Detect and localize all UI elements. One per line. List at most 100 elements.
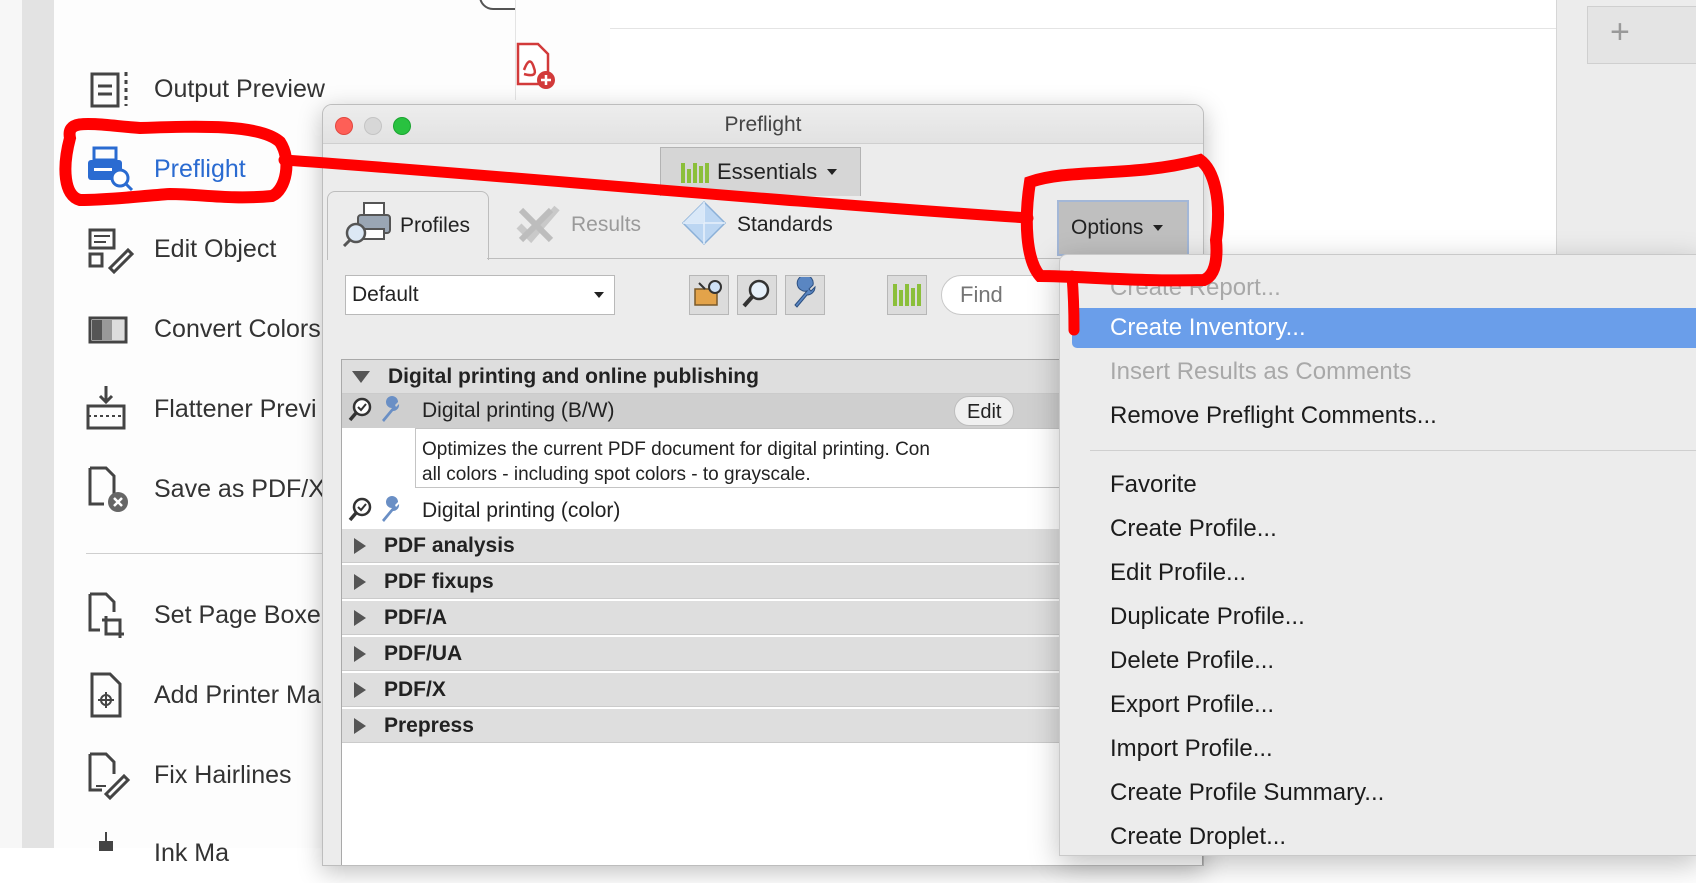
tool-add-printer-marks[interactable]: Add Printer Ma <box>84 670 321 720</box>
tab-label: Profiles <box>400 214 471 237</box>
window-titlebar[interactable]: Preflight <box>323 105 1203 144</box>
menu-item-edit-profile[interactable]: Edit Profile... <box>1060 553 1696 593</box>
menu-item-create-profile[interactable]: Create Profile... <box>1060 509 1696 549</box>
profile-library-select[interactable]: Default <box>345 275 615 315</box>
select-profiles-button[interactable] <box>689 275 729 315</box>
menu-item-insert-results-as-comments[interactable]: Insert Results as Comments <box>1060 352 1696 392</box>
tool-label: Set Page Boxe <box>154 600 321 629</box>
tool-label: Output Preview <box>154 74 325 103</box>
fix-button[interactable] <box>785 274 825 315</box>
analyze-button[interactable] <box>737 275 777 315</box>
tab-results[interactable]: Results <box>513 191 641 259</box>
chevron-down-icon <box>1153 225 1164 231</box>
tab-standards[interactable]: Standards <box>679 191 833 259</box>
fix-hairlines-icon <box>84 750 136 801</box>
magic-wand-icon <box>693 277 725 314</box>
profile-row-icons <box>342 395 420 427</box>
edit-object-icon <box>84 224 136 275</box>
convert-colors-icon <box>84 304 136 354</box>
flattener-preview-icon <box>84 384 136 434</box>
essentials-label: Essentials <box>717 159 818 184</box>
edit-profile-button[interactable]: Edit <box>954 396 1014 426</box>
disclosure-collapsed-icon[interactable] <box>354 645 366 662</box>
group-label: Digital printing and online publishing <box>388 364 759 388</box>
menu-item-create-droplet[interactable]: Create Droplet... <box>1060 817 1696 857</box>
tool-label: Save as PDF/X <box>154 474 325 503</box>
tool-label: Ink Ma <box>154 838 230 867</box>
plus-icon: + <box>1610 13 1630 51</box>
magnifier-icon <box>741 277 773 314</box>
options-button[interactable]: Options <box>1057 200 1189 256</box>
group-label: PDF fixups <box>384 569 494 593</box>
menu-item-delete-profile[interactable]: Delete Profile... <box>1060 641 1696 681</box>
chevron-down-icon <box>827 169 838 175</box>
profile-library-value: Default <box>352 283 419 306</box>
create-pdf-icon[interactable] <box>510 40 558 90</box>
add-printer-marks-icon <box>84 670 136 720</box>
tool-save-as-pdfx[interactable]: Save as PDF/X <box>84 464 325 514</box>
group-label: PDF analysis <box>384 533 515 557</box>
tool-label: Convert Colors <box>154 314 321 343</box>
tool-preflight[interactable]: Preflight <box>84 144 246 194</box>
menu-item-create-report[interactable]: Create Report... <box>1060 268 1696 308</box>
group-label: PDF/X <box>384 677 446 701</box>
output-preview-icon <box>84 64 136 114</box>
menu-item-remove-preflight-comments[interactable]: Remove Preflight Comments... <box>1060 396 1696 436</box>
library-button[interactable] <box>887 275 927 315</box>
analyze-check-icon[interactable] <box>348 496 374 527</box>
profiles-printer-icon <box>342 201 392 252</box>
disclosure-expanded-icon[interactable] <box>352 370 370 383</box>
tool-label: Add Printer Ma <box>154 680 321 709</box>
tool-label: Flattener Previ <box>154 394 317 423</box>
tool-flattener-preview[interactable]: Flattener Previ <box>84 384 317 434</box>
tool-convert-colors[interactable]: Convert Colors <box>84 304 321 354</box>
group-label: PDF/A <box>384 605 447 629</box>
menu-item-create-profile-summary[interactable]: Create Profile Summary... <box>1060 773 1696 813</box>
disclosure-collapsed-icon[interactable] <box>354 537 366 554</box>
tool-label: Fix Hairlines <box>154 760 292 789</box>
disclosure-collapsed-icon[interactable] <box>354 573 366 590</box>
library-bars-icon <box>893 284 921 306</box>
group-label: Prepress <box>384 713 474 737</box>
tool-label: Edit Object <box>154 234 277 263</box>
disclosure-collapsed-icon[interactable] <box>354 681 366 698</box>
wrench-icon <box>789 274 821 314</box>
add-button[interactable]: + <box>1587 6 1696 64</box>
group-label: PDF/UA <box>384 641 463 665</box>
tool-edit-object[interactable]: Edit Object <box>84 224 277 275</box>
essentials-bars-icon <box>681 161 709 183</box>
menu-separator <box>1090 450 1696 451</box>
window-title: Preflight <box>724 113 802 136</box>
preflight-icon <box>84 144 136 194</box>
left-edge-strip <box>0 0 23 848</box>
standards-diamond-icon <box>679 200 729 251</box>
menu-item-duplicate-profile[interactable]: Duplicate Profile... <box>1060 597 1696 637</box>
menu-item-export-profile[interactable]: Export Profile... <box>1060 685 1696 725</box>
options-label: Options <box>1071 216 1144 239</box>
fixup-wrench-icon[interactable] <box>378 395 404 427</box>
fixup-wrench-icon[interactable] <box>378 495 404 527</box>
tool-fix-hairlines[interactable]: Fix Hairlines <box>84 750 292 801</box>
options-menu: Create Report... Create Inventory... Ins… <box>1059 254 1696 856</box>
profile-label: Digital printing (color) <box>422 499 621 522</box>
analyze-check-icon[interactable] <box>348 396 374 427</box>
results-icon <box>513 200 563 251</box>
tab-profiles[interactable]: Profiles <box>327 191 489 260</box>
ink-manager-icon <box>84 828 136 878</box>
document-divider <box>610 28 1556 29</box>
menu-item-import-profile[interactable]: Import Profile... <box>1060 729 1696 769</box>
essentials-dropdown[interactable]: Essentials <box>660 147 861 196</box>
menu-item-create-inventory[interactable]: Create Inventory... <box>1072 308 1696 348</box>
menu-item-favorite[interactable]: Favorite <box>1060 465 1696 505</box>
save-as-pdfx-icon <box>84 464 136 514</box>
profile-label: Digital printing (B/W) <box>422 399 615 422</box>
tool-ink-manager[interactable]: Ink Ma <box>84 828 229 878</box>
tool-label: Preflight <box>154 154 246 183</box>
disclosure-collapsed-icon[interactable] <box>354 717 366 734</box>
tool-set-page-boxes[interactable]: Set Page Boxe <box>84 590 321 640</box>
profile-row-icons <box>342 495 420 527</box>
disclosure-collapsed-icon[interactable] <box>354 609 366 626</box>
tab-label: Standards <box>737 213 833 236</box>
tool-output-preview[interactable]: Output Preview <box>84 64 325 114</box>
tools-right-column <box>515 0 611 100</box>
